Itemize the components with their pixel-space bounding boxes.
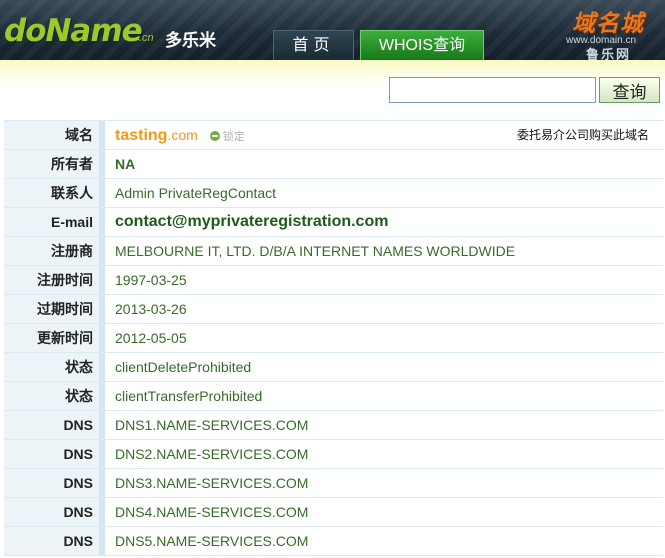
updated-date-value: 2012-05-05 [115,330,187,346]
search-button[interactable]: 查询 [599,77,660,103]
table-row-contact: 联系人 Admin PrivateRegContact [4,179,663,208]
table-row-registered-date: 注册时间 1997-03-25 [4,266,663,295]
site-header: doName .cn 多乐米 首页 WHOIS查询 域名城 www.domain… [0,0,665,60]
row-label: 状态 [4,382,99,410]
registered-date-value: 1997-03-25 [115,272,187,288]
site-logo[interactable]: doName [4,13,143,49]
watermark-sub-text: 鲁乐网 [586,47,632,60]
dns-value: DNS5.NAME-SERVICES.COM [115,533,309,549]
table-row-dns: DNS DNS2.NAME-SERVICES.COM [4,440,663,469]
domain-extension: .com [167,127,198,143]
dns-value: DNS4.NAME-SERVICES.COM [115,504,309,520]
watermark-main-text: 域名城 [572,10,644,36]
registrar-value: MELBOURNE IT, LTD. D/B/A INTERNET NAMES … [115,243,516,259]
whois-search-input[interactable] [389,77,596,103]
status-value: clientDeleteProhibited [115,359,252,375]
table-row-email: E-mail contact@myprivateregistration.com [4,208,663,237]
table-row-status: 状态 clientDeleteProhibited [4,353,663,382]
lock-minus-icon [209,131,220,141]
buy-domain-link[interactable]: 委托易介公司购买此域名 [517,121,649,149]
expiry-date-value: 2013-03-26 [115,301,187,317]
row-label: DNS [4,411,99,439]
dns-value: DNS2.NAME-SERVICES.COM [115,446,309,462]
lock-status: 锁定 [209,123,245,151]
table-row-expiry-date: 过期时间 2013-03-26 [4,295,663,324]
watermark-logo: 域名城 www.domain.cn 鲁乐网 [566,4,662,60]
domain-name[interactable]: tasting [115,127,167,144]
row-label: 注册商 [4,237,99,265]
table-row-dns: DNS DNS3.NAME-SERVICES.COM [4,469,663,498]
nav-tab-home[interactable]: 首页 [273,30,354,60]
dns-value: DNS1.NAME-SERVICES.COM [115,417,309,433]
table-row-owner: 所有者 NA [4,150,663,179]
nav-tab-whois[interactable]: WHOIS查询 [360,30,484,60]
table-row-status: 状态 clientTransferProhibited [4,382,663,411]
row-label: E-mail [4,208,99,236]
table-row-domain: 域名 tasting.com 锁定 委托易介公司购买此域名 [4,121,663,150]
row-label: 域名 [4,121,99,149]
table-row-dns: DNS DNS5.NAME-SERVICES.COM [4,527,663,556]
logo-chinese-name: 多乐米 [165,31,216,50]
table-row-dns: DNS DNS1.NAME-SERVICES.COM [4,411,663,440]
table-row-dns: DNS DNS4.NAME-SERVICES.COM [4,498,663,527]
row-label: DNS [4,527,99,555]
table-row-registrar: 注册商 MELBOURNE IT, LTD. D/B/A INTERNET NAM… [4,237,663,266]
whois-info-table: 域名 tasting.com 锁定 委托易介公司购买此域名 所有者 NA 联系人 Ad… [4,120,663,556]
email-value: contact@myprivateregistration.com [115,213,389,230]
logo-domain-suffix: .cn [139,32,154,44]
row-label: DNS [4,498,99,526]
domain-value: tasting.com 锁定 委托易介公司购买此域名 [105,121,663,149]
row-label: 注册时间 [4,266,99,294]
dns-value: DNS3.NAME-SERVICES.COM [115,475,309,491]
row-label: 状态 [4,353,99,381]
row-label: 所有者 [4,150,99,178]
row-label: 过期时间 [4,295,99,323]
table-row-updated-date: 更新时间 2012-05-05 [4,324,663,353]
row-label: DNS [4,440,99,468]
lock-label: 锁定 [222,131,245,143]
row-label: 联系人 [4,179,99,207]
contact-value: Admin PrivateRegContact [115,185,277,201]
status-value: clientTransferProhibited [115,388,263,404]
row-label: 更新时间 [4,324,99,352]
row-label: DNS [4,469,99,497]
owner-value: NA [115,156,136,172]
